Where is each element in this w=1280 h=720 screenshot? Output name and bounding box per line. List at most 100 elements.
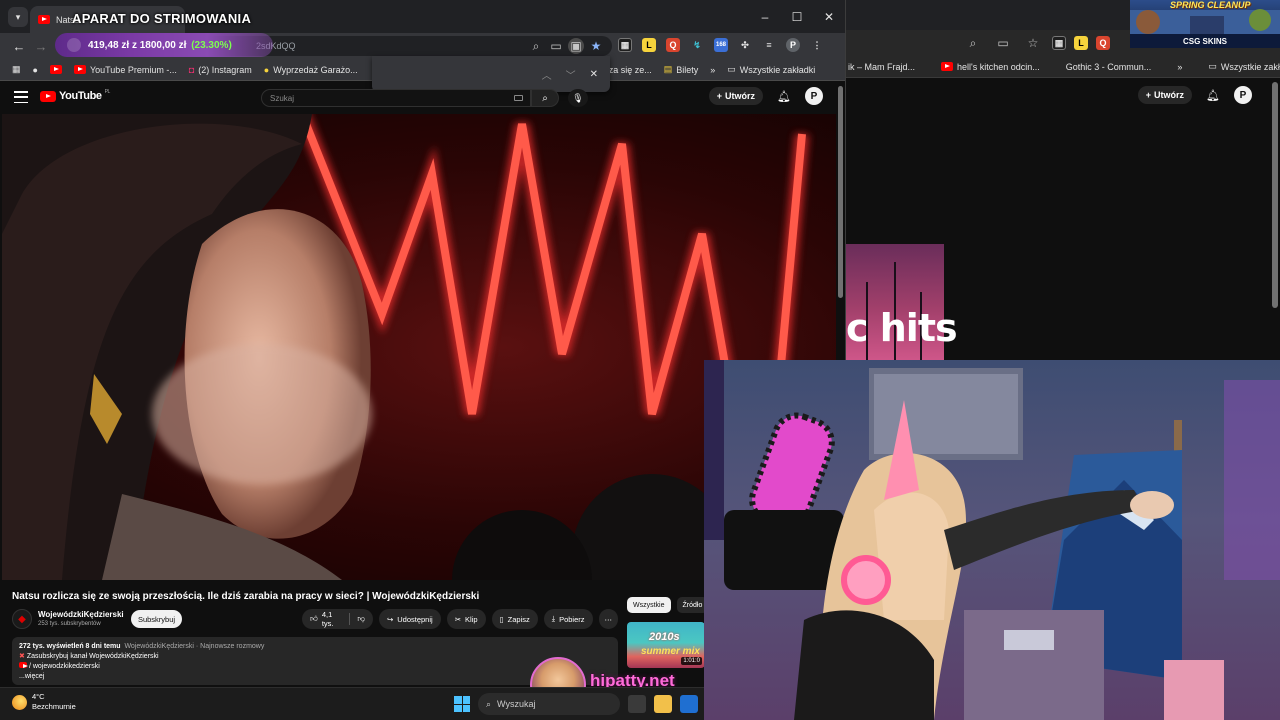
share-button[interactable]: ↪ Udostępnij [378, 609, 441, 629]
thumbnail-text: 2010s [649, 631, 680, 643]
voice-search-button[interactable]: 🎙︎ [568, 89, 588, 107]
goal-icon [67, 38, 81, 52]
description-tags[interactable]: WojewódzkiKędzierski · Najnowsze rozmowy [124, 643, 264, 650]
bookmark-item[interactable]: Gothic 3 - Commun... [1066, 62, 1152, 72]
menu-icon[interactable]: ⋮ [810, 38, 824, 52]
taskbar-search-input[interactable]: ⌕ Wyszukaj [478, 693, 620, 715]
chevron-down-icon: ▾ [15, 11, 21, 22]
channel-avatar[interactable]: ◆ [12, 609, 32, 629]
scrollbar[interactable] [838, 86, 843, 298]
thumbs-down-icon[interactable]: 👎︎ [357, 614, 365, 624]
create-button[interactable]: + Utwórz [708, 87, 764, 105]
file-explorer-icon[interactable] [654, 695, 672, 713]
profile-icon[interactable]: P [786, 38, 800, 52]
youtube-icon [49, 65, 62, 74]
instagram-icon: ◘ [188, 64, 195, 75]
extension-badge-icon[interactable]: 168 [714, 38, 728, 52]
bell-icon[interactable]: 🔔︎ [777, 90, 791, 103]
channel-name[interactable]: WojewódzkiKędzierski [38, 610, 124, 619]
find-close-button[interactable]: ✕ [590, 69, 598, 80]
bookmark-label: Wyprzedaż Garażo... [273, 64, 358, 75]
scissors-icon: ✂ [454, 614, 461, 624]
more-actions-button[interactable]: ⋯ [598, 609, 618, 629]
recommendation-chips: Wszystkie Źródło [627, 597, 709, 613]
bookmark-label: hell's kitchen odcin... [957, 61, 1040, 72]
description-link[interactable]: / wojewodzkikedzierski [29, 663, 100, 670]
store-icon[interactable] [680, 695, 698, 713]
maximize-button[interactable]: ☐ [781, 0, 813, 33]
youtube-logo[interactable]: YouTube PL [40, 89, 110, 102]
weather-widget[interactable]: 4°C Bezchmurnie [12, 692, 76, 712]
show-more-link[interactable]: ...więcej [19, 672, 611, 682]
zoom-icon[interactable]: ⌕ [962, 32, 984, 54]
minimize-button[interactable]: – [749, 0, 781, 33]
extension-icon[interactable]: L [1074, 36, 1088, 50]
close-button[interactable]: ✕ [813, 0, 845, 33]
windows-start-icon[interactable] [454, 696, 470, 712]
create-button[interactable]: + Utwórz [1137, 86, 1193, 104]
more-bookmarks-button[interactable]: » [1177, 62, 1182, 72]
search-button[interactable]: ⌕ [531, 89, 559, 107]
bookmark-item[interactable]: ik – Mam Frajd... [848, 62, 915, 72]
apps-icon[interactable]: ▦ [12, 64, 21, 75]
translate-icon[interactable]: ▣ [568, 38, 584, 54]
extension-icon[interactable]: Q [1096, 36, 1110, 50]
back-button[interactable]: ← [8, 35, 30, 57]
bookmark-item[interactable] [49, 65, 62, 74]
media-icon[interactable]: ≡ [762, 38, 776, 52]
bookmark-item[interactable]: ▤ Bilety [664, 64, 699, 75]
bookmark-star-icon[interactable]: ★ [588, 38, 604, 54]
subscribe-button[interactable]: Subskrybuj [131, 610, 182, 628]
video-description[interactable]: 272 tys. wyświetleń 8 dni temu Wojewódzk… [12, 637, 618, 685]
clip-button[interactable]: ✂ Klip [446, 609, 486, 629]
extension-icon[interactable]: Q [666, 38, 680, 52]
video-actions: 👍︎ 4,1 tys. 👎︎ ↪ Udostępnij ✂ Klip ▯ Zapisz… [302, 609, 618, 629]
find-next-button[interactable]: ﹀ [566, 67, 576, 82]
bookmark-star-icon[interactable]: ☆ [1022, 32, 1044, 54]
bookmark-label: YouTube Premium -... [89, 64, 177, 75]
bookmark-item[interactable]: hell's kitchen odcin... [941, 62, 1040, 72]
cast-icon[interactable]: ▭ [992, 32, 1014, 54]
forward-button[interactable]: → [30, 35, 52, 57]
extension-icon[interactable]: ▦ [1052, 36, 1066, 50]
like-button[interactable]: 👍︎ 4,1 tys. 👎︎ [302, 609, 373, 629]
youtube-icon [73, 65, 86, 74]
sponsor-name: CSG SKINS [1182, 36, 1227, 46]
bookmark-item[interactable]: ● [33, 65, 38, 75]
chip-all[interactable]: Wszystkie [627, 597, 671, 613]
save-button[interactable]: ▯ Zapisz [491, 609, 538, 629]
thumbnail-text: summer mix [641, 646, 700, 657]
bell-icon[interactable]: 🔔︎ [1206, 89, 1220, 102]
taskbar-search-placeholder: Wyszukaj [497, 699, 536, 709]
more-bookmarks-button[interactable]: » [710, 65, 715, 75]
puzzle-icon[interactable]: ✣ [738, 38, 752, 52]
plus-icon: + [1145, 90, 1152, 100]
all-bookmarks-button[interactable]: ▭Wszystkie zakładki [727, 64, 815, 75]
extension-icon[interactable]: L [642, 38, 656, 52]
zoom-icon[interactable]: ⌕ [528, 38, 544, 54]
cast-icon[interactable]: ▭ [548, 38, 564, 54]
goal-target: z 1800,00 zł [131, 39, 187, 51]
youtube-header: YouTube PL Szukaj ⌕ 🎙︎ + Utwórz 🔔︎ P [0, 84, 845, 112]
youtube-icon [38, 15, 50, 24]
extension-icon[interactable]: ▦ [618, 38, 632, 52]
all-bookmarks-button[interactable]: ▭Wszystkie zakładki [1208, 61, 1280, 72]
taskbar-apps: ⌕ Wyszukaj [454, 693, 698, 715]
hamburger-menu-icon[interactable] [14, 91, 28, 103]
weather-condition: Bezchmurnie [32, 702, 76, 711]
avatar[interactable]: P [805, 87, 823, 105]
bookmark-item[interactable]: YouTube Premium -... [73, 64, 177, 75]
search-input[interactable]: Szukaj [261, 89, 531, 107]
download-button[interactable]: ⤓ Pobierz [543, 609, 593, 629]
find-previous-button[interactable]: ︿ [542, 67, 552, 82]
extension-icon[interactable]: ↯ [690, 38, 704, 52]
all-bookmarks-label: Wszystkie zakładki [1220, 61, 1280, 72]
bookmark-item[interactable]: ◘ (2) Instagram [189, 65, 252, 75]
avatar[interactable]: P [1234, 86, 1252, 104]
keyboard-icon[interactable] [514, 95, 523, 101]
tab-search-button[interactable]: ▾ [8, 7, 28, 27]
task-view-icon[interactable] [628, 695, 646, 713]
sponsor-overlay: SPRING CLEANUP CSG SKINS [1130, 0, 1280, 48]
bookmark-item[interactable]: ● Wyprzedaż Garażo... [264, 65, 358, 75]
scrollbar[interactable] [1272, 82, 1278, 308]
